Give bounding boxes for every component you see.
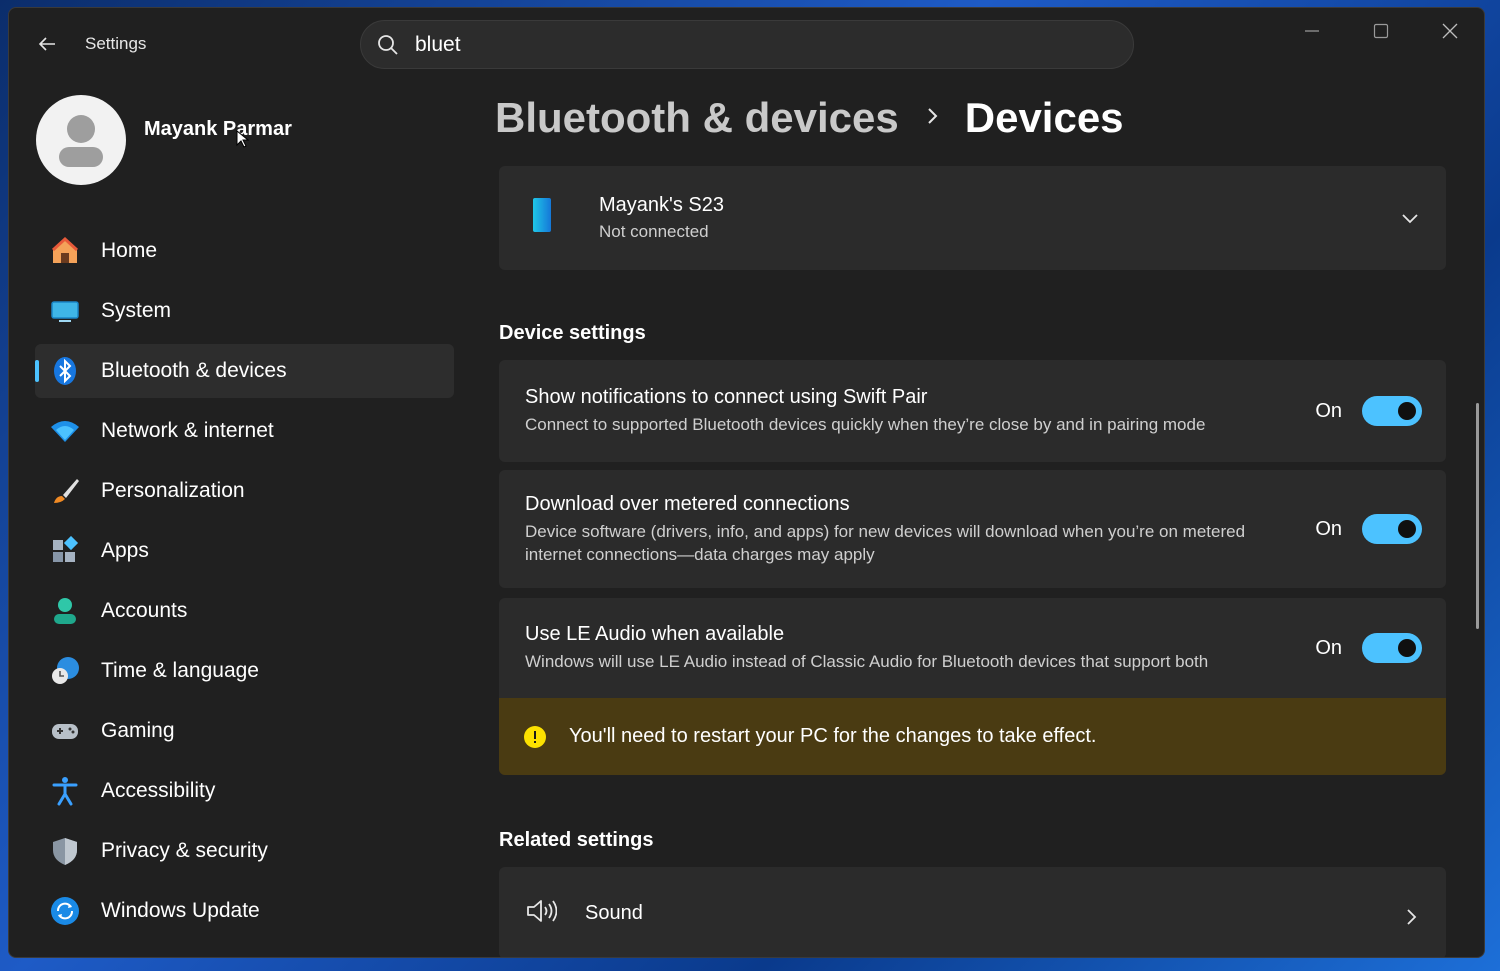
restart-warning-bar: You'll need to restart your PC for the c… [499, 698, 1446, 775]
speaker-icon [525, 897, 558, 930]
sidebar-item-label: Time & language [101, 659, 259, 682]
sidebar-item-label: Windows Update [101, 899, 260, 922]
chevron-down-icon[interactable] [1400, 208, 1420, 233]
update-icon [49, 895, 81, 927]
sidebar-item-system[interactable]: System [35, 284, 454, 338]
le-audio-toggle[interactable] [1362, 633, 1422, 663]
breadcrumb-parent-link[interactable]: Bluetooth & devices [495, 94, 899, 142]
setting-description: Windows will use LE Audio instead of Cla… [525, 652, 1209, 671]
wifi-icon [49, 415, 81, 447]
device-card[interactable]: Mayank's S23 Not connected [499, 166, 1446, 270]
sidebar-item-time-language[interactable]: Time & language [35, 644, 454, 698]
system-icon [49, 295, 81, 327]
setting-text: Use LE Audio when available Windows will… [525, 623, 1285, 673]
swift-pair-toggle[interactable] [1362, 396, 1422, 426]
settings-window: Settings Mayank Parmar [8, 7, 1485, 958]
sidebar-item-bluetooth-devices[interactable]: Bluetooth & devices [35, 344, 454, 398]
sidebar-item-label: Privacy & security [101, 839, 268, 862]
warning-icon [524, 725, 546, 748]
device-name: Mayank's S23 [599, 194, 724, 216]
maximize-icon [1373, 23, 1388, 39]
back-button[interactable] [33, 30, 61, 58]
sidebar-item-label: Gaming [101, 719, 175, 742]
clock-globe-icon [49, 655, 81, 687]
setting-text: Show notifications to connect using Swif… [525, 386, 1285, 436]
device-info: Mayank's S23 Not connected [599, 194, 724, 242]
avatar[interactable] [36, 95, 126, 185]
sidebar-item-label: Personalization [101, 479, 245, 502]
close-button[interactable] [1415, 8, 1484, 54]
sidebar-item-accessibility[interactable]: Accessibility [35, 764, 454, 818]
sidebar-item-personalization[interactable]: Personalization [35, 464, 454, 518]
section-title-device-settings: Device settings [499, 322, 646, 344]
warning-text: You'll need to restart your PC for the c… [569, 725, 1097, 747]
bluetooth-icon [49, 355, 81, 387]
setting-metered-download: Download over metered connections Device… [499, 470, 1446, 588]
toggle-state-label: On [1315, 517, 1342, 540]
sidebar-item-label: Home [101, 239, 158, 262]
maximize-button[interactable] [1346, 8, 1415, 54]
breadcrumb: Bluetooth & devices Devices [495, 94, 1124, 142]
apps-icon [49, 535, 81, 567]
search-icon [378, 34, 398, 55]
page-title: Devices [964, 94, 1124, 141]
toggle-group: On [1315, 633, 1422, 663]
setting-text: Download over metered connections Device… [525, 493, 1285, 566]
user-avatar-icon [59, 115, 103, 167]
account-icon [49, 595, 81, 627]
sidebar-item-gaming[interactable]: Gaming [35, 704, 454, 758]
window-controls [1277, 8, 1484, 54]
minimize-icon [1304, 30, 1319, 32]
setting-title: Use LE Audio when available [525, 623, 785, 645]
gamepad-icon [49, 715, 81, 747]
sidebar-item-windows-update[interactable]: Windows Update [35, 884, 454, 938]
sidebar-item-accounts[interactable]: Accounts [35, 584, 454, 638]
sidebar-item-privacy-security[interactable]: Privacy & security [35, 824, 454, 878]
minimize-button[interactable] [1277, 8, 1346, 54]
setting-description: Connect to supported Bluetooth devices q… [525, 415, 1206, 434]
related-setting-label: Sound [585, 901, 643, 924]
setting-title: Show notifications to connect using Swif… [525, 386, 928, 408]
scrollbar[interactable] [1476, 403, 1479, 629]
accessibility-icon [49, 775, 81, 807]
user-name: Mayank Parmar [144, 118, 292, 140]
sidebar-item-label: Bluetooth & devices [101, 359, 287, 382]
sidebar-item-label: Apps [101, 539, 149, 562]
metered-download-toggle[interactable] [1362, 514, 1422, 544]
back-arrow-icon [38, 37, 55, 51]
device-status: Not connected [599, 222, 709, 241]
phone-icon [529, 196, 555, 241]
toggle-state-label: On [1315, 399, 1342, 422]
sidebar-item-label: Network & internet [101, 419, 274, 442]
toggle-group: On [1315, 514, 1422, 544]
sidebar-item-network-internet[interactable]: Network & internet [35, 404, 454, 458]
setting-title: Download over metered connections [525, 492, 850, 515]
setting-description: Device software (drivers, info, and apps… [525, 521, 1246, 564]
section-title-related-settings: Related settings [499, 829, 654, 851]
toggle-group: On [1315, 396, 1422, 426]
search-box[interactable] [360, 20, 1134, 69]
close-icon [1442, 23, 1457, 39]
sidebar-item-label: Accounts [101, 599, 188, 622]
app-title: Settings [85, 34, 147, 53]
home-icon [49, 235, 81, 267]
chevron-right-icon [1404, 907, 1418, 932]
toggle-state-label: On [1315, 636, 1342, 659]
sidebar-item-label: Accessibility [101, 779, 216, 802]
search-input[interactable] [415, 32, 1095, 57]
sidebar-item-apps[interactable]: Apps [35, 524, 454, 578]
setting-le-audio: Use LE Audio when available Windows will… [499, 598, 1446, 698]
related-setting-sound[interactable]: Sound [499, 867, 1446, 957]
brush-icon [49, 475, 81, 507]
sidebar-nav: Home System Bluetooth & devices Network … [35, 224, 454, 944]
setting-swift-pair: Show notifications to connect using Swif… [499, 360, 1446, 462]
sidebar-item-home[interactable]: Home [35, 224, 454, 278]
shield-icon [49, 835, 81, 867]
mouse-cursor-icon [236, 130, 250, 148]
sidebar-item-label: System [101, 299, 172, 322]
breadcrumb-chevron-icon [925, 106, 939, 131]
